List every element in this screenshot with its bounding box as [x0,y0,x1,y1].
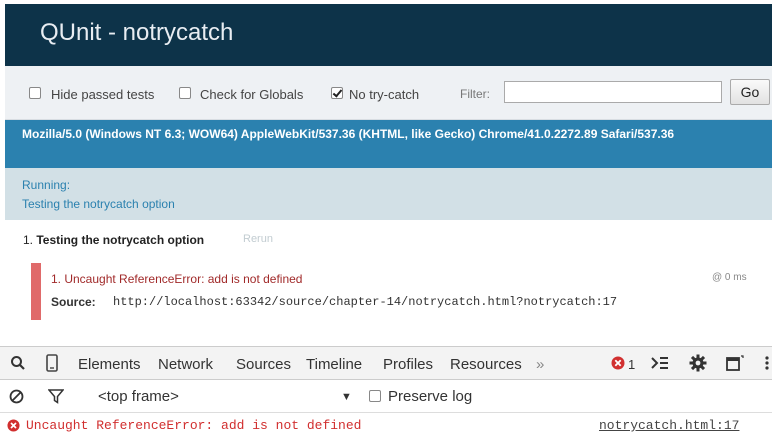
more-options-icon[interactable] [765,355,769,376]
devtools-tabbar: Elements Network Sources Timeline Profil… [0,346,772,380]
go-button[interactable]: Go [730,79,770,105]
user-agent-bar: Mozilla/5.0 (Windows NT 6.3; WOW64) Appl… [5,120,772,168]
test-status: Running: Testing the notrycatch option [5,168,772,220]
assertion-runtime: @ 0 ms [712,272,747,283]
filter-input[interactable] [504,81,722,103]
gear-icon[interactable] [689,354,707,377]
filter-label: Filter: [460,87,490,101]
error-icon [7,419,20,437]
filter-icon[interactable] [47,389,65,409]
test-name: Testing the notrycatch option [36,233,205,247]
tab-resources[interactable]: Resources [450,356,522,373]
error-count: 1 [628,357,636,372]
error-icon[interactable] [611,356,625,375]
frame-select[interactable]: <top frame> [98,388,179,405]
search-icon[interactable] [10,355,26,376]
tab-elements[interactable]: Elements [78,356,141,373]
tab-timeline[interactable]: Timeline [306,356,362,373]
console-error-message: Uncaught ReferenceError: add is not defi… [26,418,362,433]
preserve-log-label[interactable]: Preserve log [388,388,472,405]
test-item-title[interactable]: 1. Testing the notrycatch option [23,233,204,247]
page-title: QUnit - notrycatch [40,19,234,46]
preserve-log-checkbox[interactable] [369,390,381,402]
source-value: http://localhost:63342/source/chapter-14… [113,295,618,309]
no-try-catch-checkbox[interactable] [331,87,343,99]
tab-sources[interactable]: Sources [236,356,291,373]
qunit-header: QUnit - notrycatch [5,4,772,66]
device-mode-icon[interactable] [46,354,58,377]
console-source-link[interactable]: notrycatch.html:17 [599,418,739,433]
status-running: Running: [22,178,71,192]
console-toolbar: <top frame> ▼ Preserve log [0,381,772,413]
test-number: 1. [23,233,34,247]
assertion-message: 1. Uncaught ReferenceError: add is not d… [51,272,303,286]
more-tabs-button[interactable]: » [536,356,544,373]
tab-network[interactable]: Network [158,356,213,373]
console-message-row: Uncaught ReferenceError: add is not defi… [0,413,772,437]
check-globals-checkbox[interactable] [179,87,191,99]
hide-passed-label[interactable]: Hide passed tests [51,87,154,102]
source-label: Source: [51,295,96,309]
chevron-down-icon[interactable]: ▼ [341,391,352,403]
dock-side-icon[interactable] [726,355,744,376]
hide-passed-checkbox[interactable] [29,87,41,99]
rerun-link[interactable]: Rerun [243,233,273,245]
user-agent-text: Mozilla/5.0 (Windows NT 6.3; WOW64) Appl… [22,127,675,141]
status-current-test: Testing the notrycatch option [22,197,175,211]
console-drawer-icon[interactable] [651,356,669,375]
tab-profiles[interactable]: Profiles [383,356,433,373]
no-try-catch-label[interactable]: No try-catch [349,87,419,102]
check-globals-label[interactable]: Check for Globals [200,87,303,102]
qunit-toolbar: Hide passed tests Check for Globals No t… [5,66,772,120]
failure-indicator [31,263,41,320]
clear-console-icon[interactable] [9,389,24,409]
